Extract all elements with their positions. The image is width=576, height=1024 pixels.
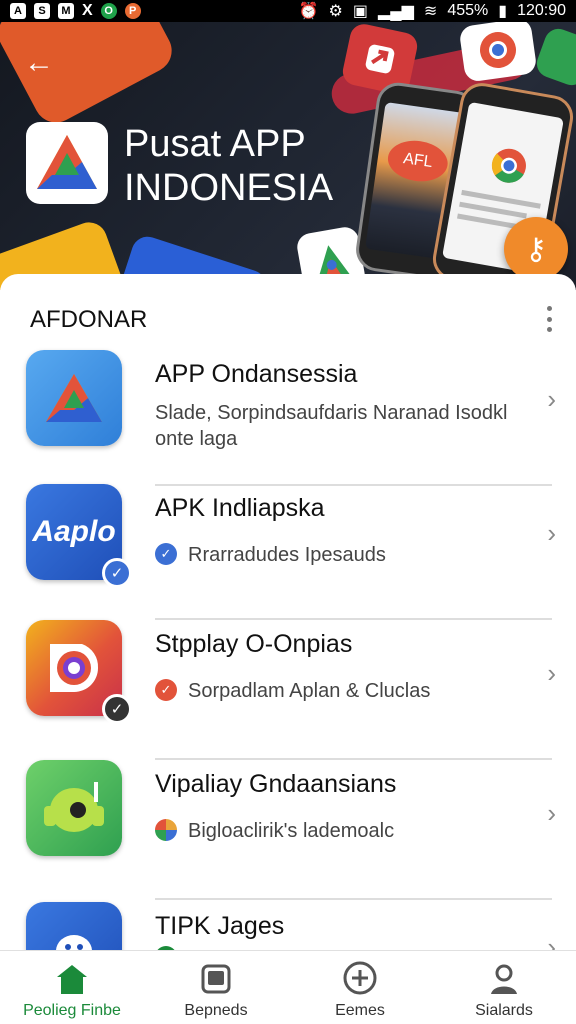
section-title: AFDONAR	[30, 306, 148, 333]
notification-icon-x: X	[82, 2, 93, 19]
app-title: APP Ondansessia	[155, 360, 358, 388]
chevron-right-icon: ›	[547, 384, 556, 414]
android-logo-icon	[26, 760, 122, 856]
settings-icon: ⚙	[328, 3, 343, 20]
notification-icon-a: A	[10, 3, 26, 19]
notification-icons: A S M X O P	[10, 2, 141, 20]
more-vertical-icon[interactable]	[544, 306, 554, 332]
check-circle-icon: ✓	[155, 679, 177, 701]
app-title: Vipaliay Gndaansians	[155, 770, 397, 798]
status-bar: A S M X O P ⏰ ⚙ ▣ ▂▄▆ ≋ 455% ▮ 120:90	[0, 0, 576, 22]
tablet-icon	[201, 964, 231, 994]
bottom-navigation: Peolieg Finbe Bepneds Eemes Sialards	[0, 950, 576, 1024]
nav-label: Eemes	[335, 1002, 385, 1019]
key-icon: ⚷	[525, 232, 547, 266]
floating-app-icon-green	[532, 24, 576, 90]
app-subtitle: Slade, Sorpindsaufdaris Naranad Isodkl o…	[155, 402, 508, 450]
app-title: APK Indliapska	[155, 494, 325, 522]
android-blue-icon	[26, 902, 122, 950]
multicolor-dot-icon	[155, 819, 177, 841]
nav-label: Peolieg Finbe	[23, 1002, 121, 1019]
notification-icon-m: M	[58, 3, 74, 19]
app-icon-label: Aaplo	[32, 515, 116, 548]
divider	[155, 898, 552, 900]
nav-item-eemes[interactable]: Eemes	[288, 951, 432, 1024]
floating-app-icon-chrome	[458, 22, 538, 83]
chevron-right-icon: ›	[547, 932, 556, 950]
page-title-line2: INDONESIA	[124, 167, 334, 209]
check-circle-icon: ✓	[155, 543, 177, 565]
page-title-line1: Pusat APP	[124, 123, 306, 165]
home-icon	[57, 965, 87, 994]
key-fab-button[interactable]: ⚷	[504, 217, 568, 281]
phone-screen-logo: AFL	[385, 137, 451, 186]
app-subtitle: Rrarradudes Ipesauds	[188, 544, 386, 566]
triangle-logo-graphic	[37, 135, 97, 189]
person-icon	[491, 964, 517, 994]
app-subtitle: Sorpadlam Aplan & Cluclas	[188, 680, 431, 702]
battery-icon: ▮	[498, 3, 508, 20]
app-title: Stpplay O-Onpias	[155, 630, 353, 658]
battery-percent: 455%	[447, 2, 489, 19]
nav-item-home[interactable]: Peolieg Finbe	[0, 951, 144, 1024]
triangle-logo-icon	[26, 350, 122, 446]
app-list-panel: AFDONAR APP Ondansessia Slade, Sorpindsa…	[0, 274, 576, 950]
plus-circle-icon	[343, 961, 377, 995]
app-list-item[interactable]: TIPK Jages ›	[0, 902, 576, 950]
app-list-item[interactable]: Aaplo ✓ APK Indliapska ✓ Rrarradudes Ipe…	[0, 484, 576, 620]
notification-icon-p: P	[124, 3, 141, 19]
check-badge-icon: ✓	[102, 558, 132, 588]
app-subtitle: Bigloaclirik's lademoalc	[188, 820, 395, 842]
chevron-right-icon: ›	[547, 658, 556, 688]
signal-icon: ▂▄▆	[377, 3, 414, 20]
check-badge-icon: ✓	[102, 694, 132, 724]
app-list-item[interactable]: APP Ondansessia Slade, Sorpindsaufdaris …	[0, 350, 576, 486]
wifi-icon: ≋	[423, 3, 438, 20]
nav-label: Bepneds	[184, 1002, 248, 1019]
chevron-right-icon: ›	[547, 798, 556, 828]
nav-item-bepneds[interactable]: Bepneds	[144, 951, 288, 1024]
nav-label: Sialards	[475, 1002, 533, 1019]
nav-item-sialards[interactable]: Sialards	[432, 951, 576, 1024]
alarm-icon: ⏰	[298, 3, 319, 20]
page-title: Pusat APP INDONESIA	[124, 122, 333, 210]
notification-icon-s: S	[34, 3, 50, 19]
arrow-left-icon[interactable]: ←	[24, 48, 58, 82]
nfc-icon: ▣	[352, 3, 368, 20]
notification-icon-o: O	[100, 3, 117, 19]
app-title: TIPK Jages	[155, 912, 285, 940]
triangle-logo-icon	[26, 122, 108, 204]
app-list-item[interactable]: Vipaliay Gndaansians Bigloaclirik's lade…	[0, 760, 576, 900]
system-icons: ⏰ ⚙ ▣ ▂▄▆ ≋ 455% ▮ 120:90	[299, 1, 566, 21]
header-banner: ← Pusat APP INDONESIA AFL ⚷	[0, 22, 576, 290]
clock: 120:90	[517, 2, 566, 19]
chrome-icon	[491, 148, 526, 183]
app-list-item[interactable]: ✓ Stpplay O-Onpias ✓ Sorpadlam Aplan & C…	[0, 620, 576, 760]
chevron-right-icon: ›	[547, 518, 556, 548]
